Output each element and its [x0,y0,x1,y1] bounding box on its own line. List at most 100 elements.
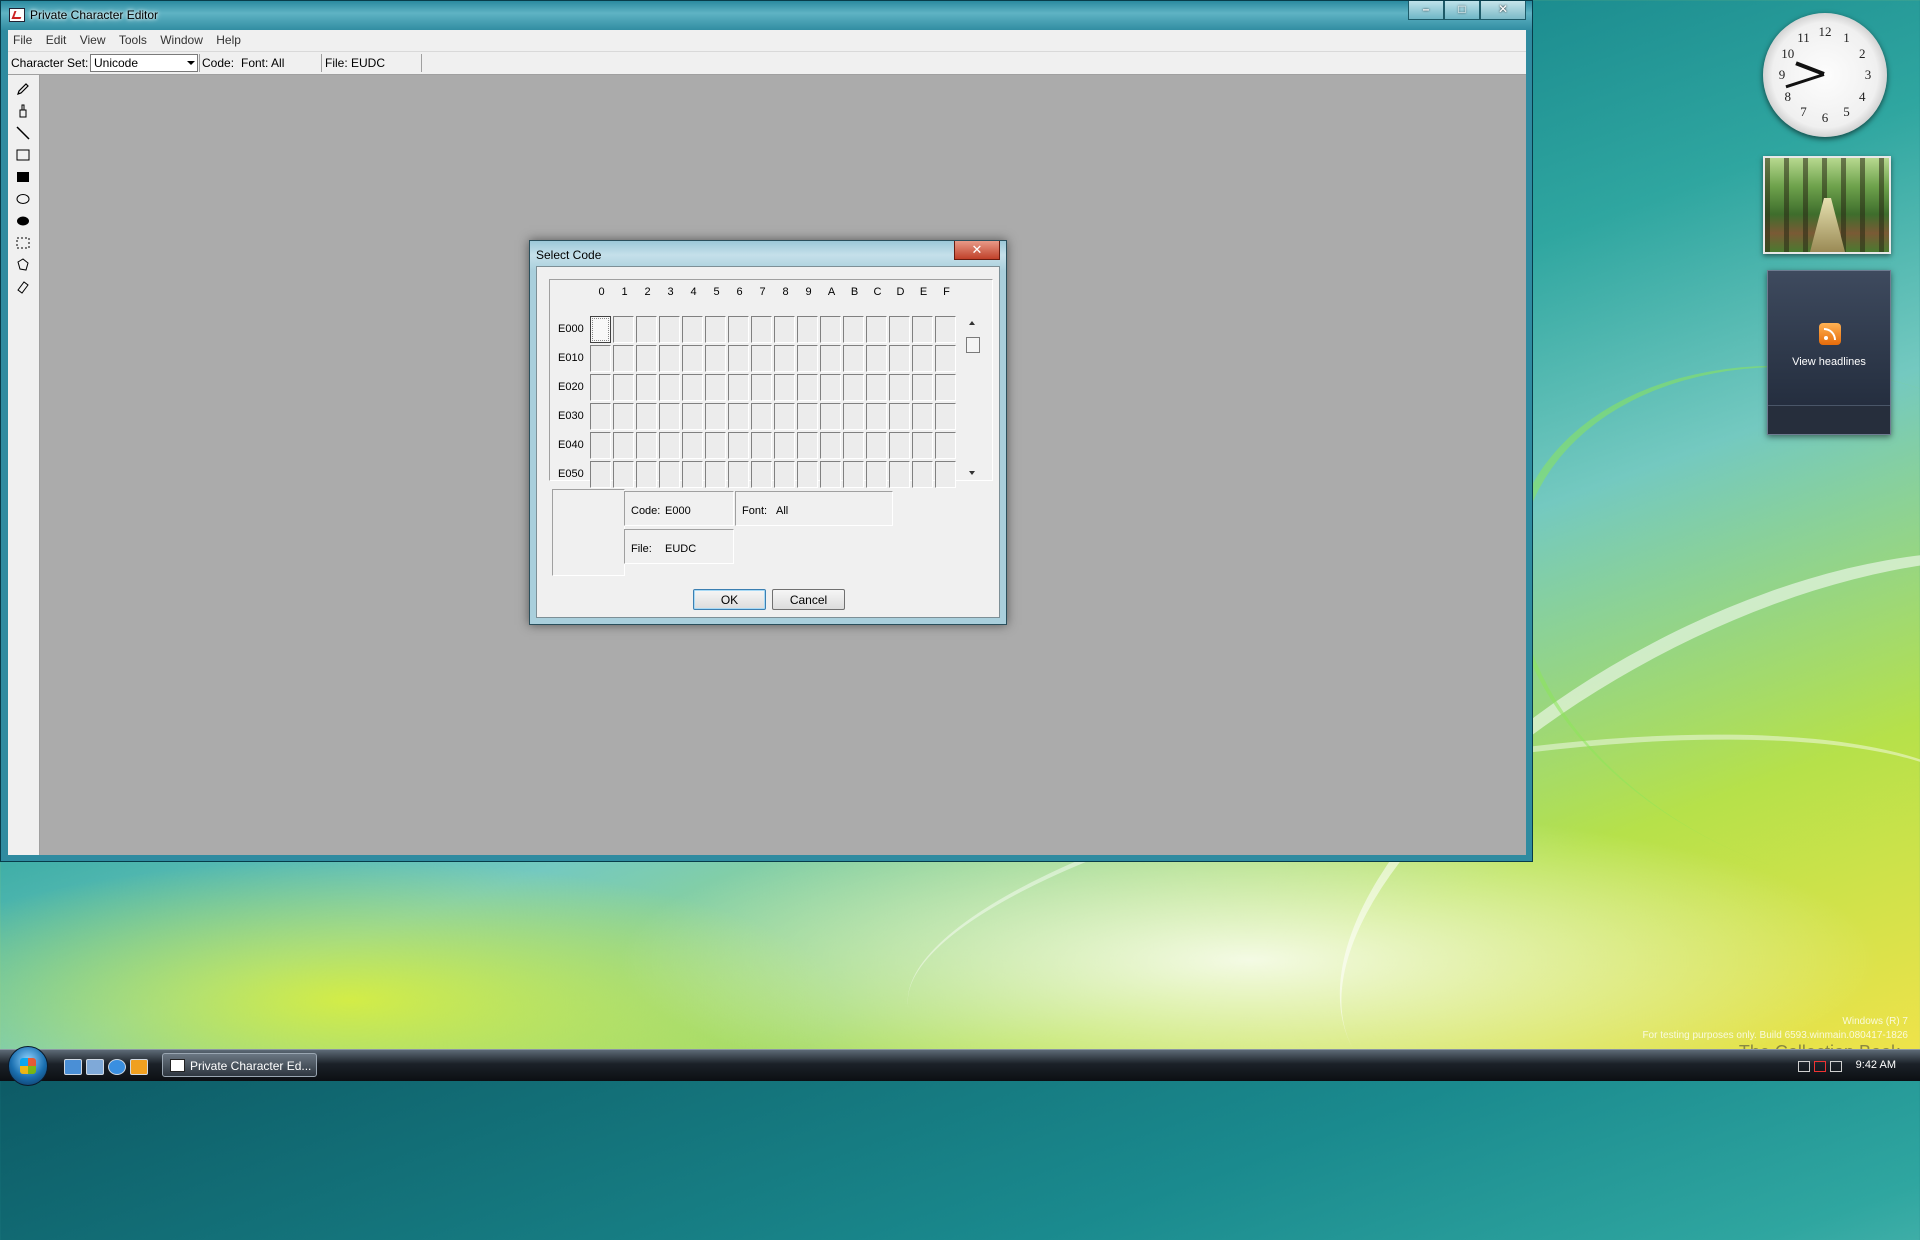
code-cell[interactable] [751,461,772,488]
cancel-button[interactable]: Cancel [772,589,845,610]
code-cell[interactable] [728,316,749,343]
code-cell[interactable] [843,432,864,459]
hollow-ellipse-icon[interactable] [15,191,31,207]
code-cell[interactable] [774,316,795,343]
code-cell[interactable] [659,374,680,401]
code-cell[interactable] [613,345,634,372]
scroll-up-arrow-icon[interactable] [969,321,975,325]
code-cell[interactable] [613,403,634,430]
code-cell[interactable] [682,345,703,372]
code-cell[interactable] [751,403,772,430]
code-cell[interactable] [682,432,703,459]
code-cell[interactable] [912,461,933,488]
menu-file[interactable]: File [8,30,37,50]
code-cell[interactable] [935,432,956,459]
code-cell[interactable] [774,374,795,401]
clock-time[interactable]: 9:42 AM [1856,1059,1896,1071]
code-cell[interactable] [866,403,887,430]
code-cell[interactable] [820,432,841,459]
dialog-close-button[interactable]: ✕ [954,241,1000,260]
code-cell[interactable] [935,461,956,488]
code-cell[interactable] [613,316,634,343]
media-player-icon[interactable] [130,1059,148,1075]
code-cell[interactable] [659,345,680,372]
code-cell[interactable] [843,316,864,343]
code-cell[interactable] [728,403,749,430]
code-cell[interactable] [935,316,956,343]
code-cell[interactable] [912,345,933,372]
code-cell[interactable] [797,432,818,459]
code-cell[interactable] [636,374,657,401]
code-cell[interactable] [659,432,680,459]
code-cell[interactable] [728,345,749,372]
code-cell[interactable] [889,432,910,459]
code-cell[interactable] [912,432,933,459]
code-cell[interactable] [590,432,611,459]
clock-gadget[interactable]: 12 1 2 3 4 5 6 7 8 9 10 11 [1763,13,1887,137]
code-cell[interactable] [659,461,680,488]
show-desktop-icon[interactable] [64,1059,82,1075]
code-cell[interactable] [866,432,887,459]
switch-windows-icon[interactable] [86,1059,104,1075]
code-cell[interactable] [889,316,910,343]
code-cell[interactable] [705,461,726,488]
filled-ellipse-icon[interactable] [15,213,31,229]
code-cell[interactable] [705,345,726,372]
app-icon[interactable] [9,8,25,22]
internet-explorer-icon[interactable] [108,1059,126,1075]
code-cell[interactable] [820,345,841,372]
feed-label[interactable]: View headlines [1768,356,1890,368]
code-cell[interactable] [705,316,726,343]
code-cell[interactable] [774,432,795,459]
feed-headlines-gadget[interactable]: View headlines [1767,270,1891,435]
code-cell[interactable] [843,374,864,401]
code-cell[interactable] [636,461,657,488]
code-cell[interactable] [820,316,841,343]
ok-button[interactable]: OK [693,589,766,610]
code-cell[interactable] [774,403,795,430]
code-cell[interactable] [682,316,703,343]
code-cell[interactable] [797,345,818,372]
brush-icon[interactable] [15,103,31,119]
code-cell[interactable] [935,374,956,401]
code-cell[interactable] [659,316,680,343]
code-cell[interactable] [843,345,864,372]
code-cell[interactable] [889,374,910,401]
code-cell[interactable] [912,316,933,343]
network-icon[interactable] [1798,1061,1810,1072]
code-cell[interactable] [590,461,611,488]
title-bar[interactable]: Private Character Editor – □ ✕ [1,1,1532,29]
code-cell[interactable] [705,432,726,459]
code-cell[interactable] [613,432,634,459]
code-cell[interactable] [751,374,772,401]
code-cell[interactable] [820,461,841,488]
code-cell[interactable] [590,316,611,343]
code-cell[interactable] [636,316,657,343]
code-cell[interactable] [636,345,657,372]
code-cell[interactable] [820,374,841,401]
pencil-icon[interactable] [15,81,31,97]
action-center-icon[interactable] [1814,1061,1826,1072]
code-cell[interactable] [889,345,910,372]
rect-select-icon[interactable] [15,235,31,251]
code-cell[interactable] [705,403,726,430]
code-cell[interactable] [774,461,795,488]
code-cell[interactable] [682,461,703,488]
code-cell[interactable] [866,374,887,401]
code-cell[interactable] [797,403,818,430]
code-cell[interactable] [705,374,726,401]
code-cell[interactable] [682,403,703,430]
code-cell[interactable] [590,345,611,372]
code-cell[interactable] [797,461,818,488]
hollow-rectangle-icon[interactable] [15,147,31,163]
code-cell[interactable] [751,345,772,372]
code-cell[interactable] [751,432,772,459]
code-cell[interactable] [590,403,611,430]
code-cell[interactable] [636,432,657,459]
code-cell[interactable] [866,461,887,488]
taskbar-button-private-character-editor[interactable]: Private Character Ed... [162,1053,317,1077]
close-button[interactable]: ✕ [1480,1,1526,20]
menu-help[interactable]: Help [211,30,246,50]
code-cell[interactable] [613,461,634,488]
code-cell[interactable] [751,316,772,343]
